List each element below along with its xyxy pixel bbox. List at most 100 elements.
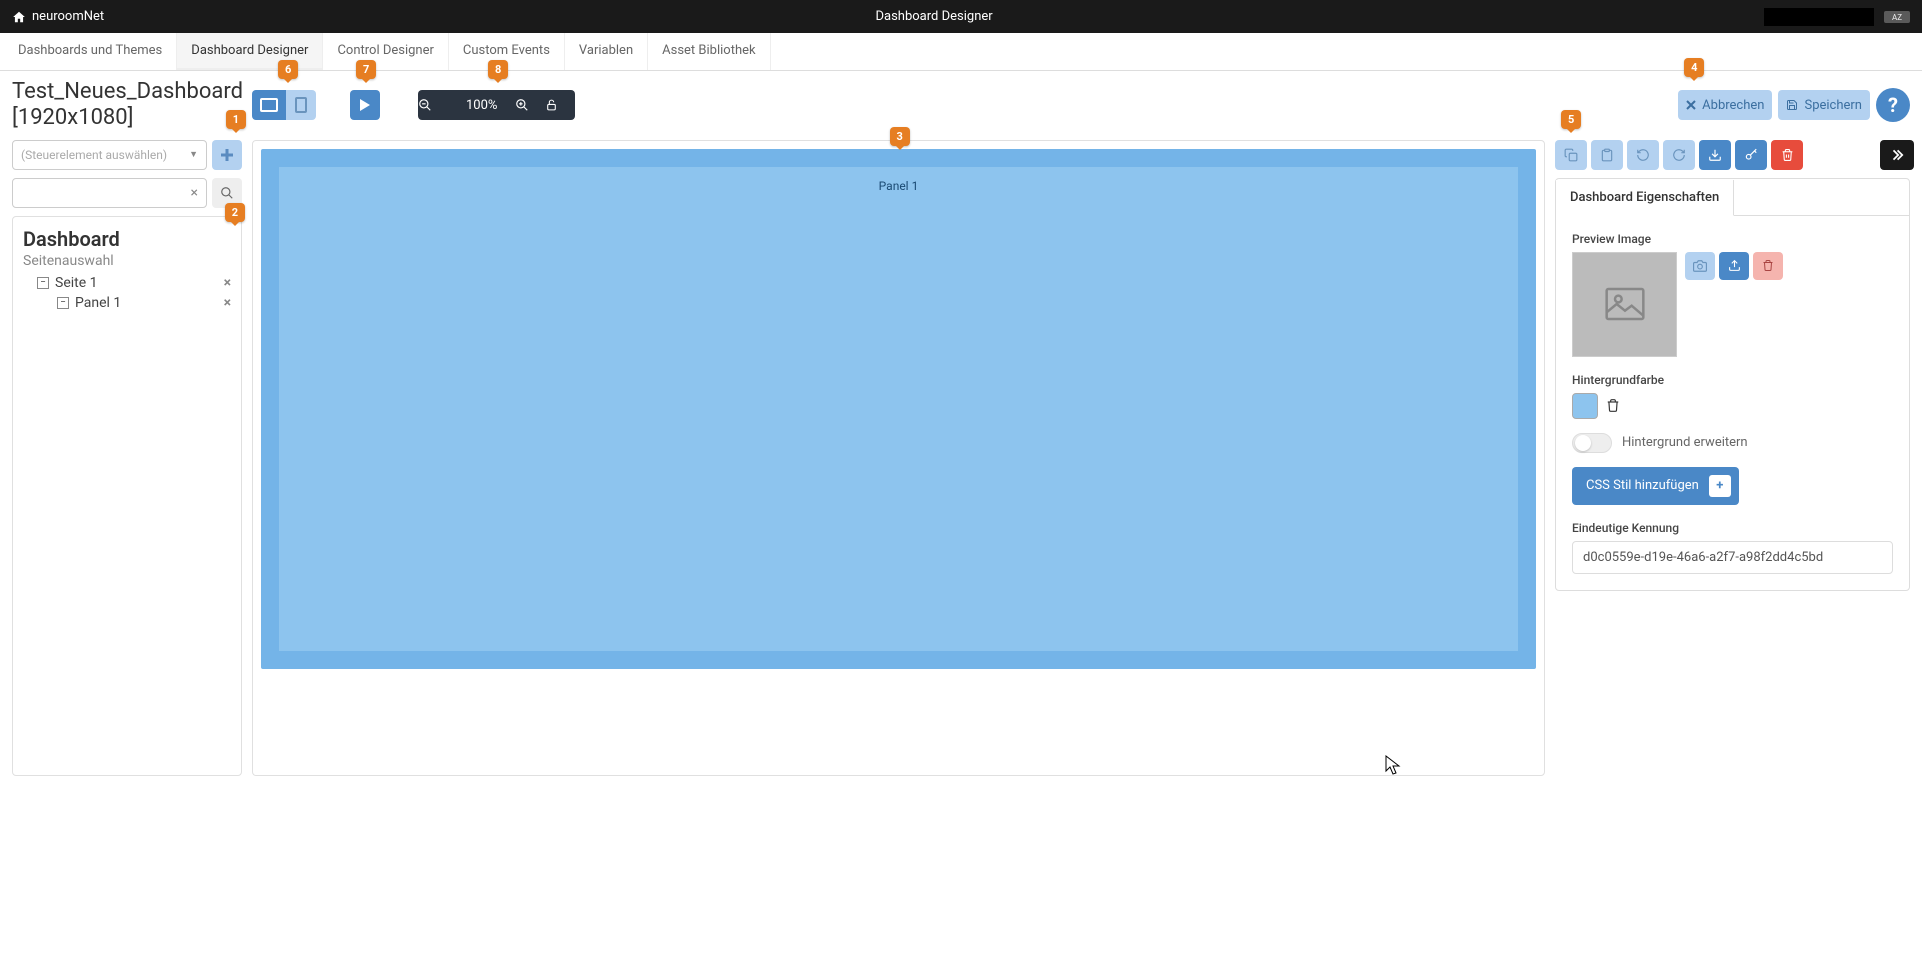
close-icon (1686, 100, 1696, 110)
properties-tab[interactable]: Dashboard Eigenschaften (1556, 180, 1734, 216)
search-button[interactable] (212, 178, 242, 208)
user-redacted (1764, 8, 1874, 26)
plus-icon: + (1709, 475, 1731, 497)
landscape-icon (260, 98, 278, 112)
delete-button[interactable] (1771, 140, 1803, 170)
image-placeholder-icon (1605, 287, 1645, 321)
main-layout: 1 (Steuerelement auswählen) × 2 Dashboar… (0, 140, 1922, 788)
main-tabs: Dashboards und Themes Dashboard Designer… (0, 33, 1922, 71)
left-panel: 1 (Steuerelement auswählen) × 2 Dashboar… (12, 140, 242, 776)
portrait-button[interactable] (286, 90, 316, 120)
topbar: neuroomNet Dashboard Designer AZ (0, 0, 1922, 33)
search-input-wrap: × (12, 178, 207, 208)
key-button[interactable] (1735, 140, 1767, 170)
download-button[interactable] (1699, 140, 1731, 170)
search-icon (220, 186, 234, 200)
topbar-right: AZ (1764, 8, 1910, 26)
landscape-button[interactable] (252, 90, 286, 120)
tree-panel-delete[interactable]: × (224, 295, 231, 311)
canvas-page[interactable]: Panel 1 (261, 149, 1536, 669)
upload-icon (1728, 259, 1741, 272)
save-icon (1786, 99, 1798, 111)
brand-area[interactable]: neuroomNet (12, 9, 104, 24)
expand-panel-button[interactable] (1880, 140, 1914, 170)
save-button[interactable]: Speichern (1778, 90, 1870, 120)
brand-label: neuroomNet (32, 9, 104, 24)
cancel-label: Abbrechen (1702, 98, 1764, 113)
zoom-value: 100% (448, 98, 515, 113)
preview-camera-button[interactable] (1685, 252, 1715, 280)
right-panel: 5 (1555, 140, 1910, 776)
undo-icon (1636, 148, 1650, 162)
search-clear-button[interactable]: × (191, 185, 198, 201)
tab-dashboard-designer[interactable]: Dashboard Designer (177, 33, 323, 70)
paste-button[interactable] (1591, 140, 1623, 170)
tree-page-delete[interactable]: × (224, 275, 231, 291)
search-input[interactable] (21, 186, 191, 200)
portrait-icon (295, 97, 307, 113)
chevron-double-right-icon (1890, 148, 1904, 162)
zoom-out-icon (418, 98, 432, 112)
save-label: Speichern (1804, 98, 1862, 113)
preview-delete-button[interactable] (1753, 252, 1783, 280)
zoom-bar: 100% (418, 90, 575, 120)
control-select[interactable]: (Steuerelement auswählen) (12, 140, 207, 170)
tab-variablen[interactable]: Variablen (565, 33, 648, 70)
tab-asset-bibliothek[interactable]: Asset Bibliothek (648, 33, 770, 70)
tree-item-page[interactable]: − Seite 1 × (23, 273, 231, 293)
tab-control-designer[interactable]: Control Designer (323, 33, 448, 70)
collapse-icon[interactable]: − (57, 297, 69, 309)
redo-icon (1672, 148, 1686, 162)
tree-subtitle: Seitenauswahl (23, 253, 231, 269)
bg-extend-label: Hintergrund erweitern (1622, 435, 1748, 450)
canvas-panel-element[interactable]: Panel 1 (279, 167, 1518, 651)
play-button[interactable] (350, 90, 380, 120)
tree-item-panel[interactable]: − Panel 1 × (23, 293, 231, 313)
plus-icon (220, 148, 234, 162)
zoom-in-button[interactable] (515, 98, 545, 112)
right-toolbar (1555, 140, 1910, 170)
bg-extend-toggle[interactable] (1572, 433, 1612, 453)
toolbar: Test_Neues_Dashboard [1920x1080] 6 7 8 1… (0, 71, 1922, 140)
zoom-in-icon (515, 98, 529, 112)
zoom-out-button[interactable] (418, 98, 448, 112)
lock-button[interactable] (545, 98, 575, 112)
copy-icon (1564, 148, 1578, 162)
tree-panel: 2 Dashboard Seitenauswahl − Seite 1 × − … (12, 216, 242, 776)
collapse-icon[interactable]: − (37, 277, 49, 289)
cancel-button[interactable]: Abbrechen (1678, 90, 1772, 120)
css-add-button[interactable]: CSS Stil hinzufügen + (1572, 467, 1739, 505)
trash-icon (1606, 398, 1620, 413)
css-add-label: CSS Stil hinzufügen (1586, 478, 1699, 493)
trash-icon (1762, 259, 1774, 272)
undo-button[interactable] (1627, 140, 1659, 170)
download-icon (1708, 148, 1722, 162)
key-icon (1744, 148, 1758, 162)
add-control-button[interactable] (212, 140, 242, 170)
tab-dashboards-themes[interactable]: Dashboards und Themes (4, 33, 177, 70)
tab-custom-events[interactable]: Custom Events (449, 33, 565, 70)
canvas-panel: 3 Panel 1 (252, 140, 1545, 776)
id-input[interactable] (1572, 541, 1893, 574)
preview-placeholder (1572, 252, 1677, 357)
camera-icon (1693, 260, 1707, 272)
play-icon (359, 98, 371, 112)
control-select-placeholder: (Steuerelement auswählen) (21, 148, 167, 162)
copy-button[interactable] (1555, 140, 1587, 170)
lang-badge[interactable]: AZ (1884, 11, 1910, 23)
page-title: Dashboard Designer (104, 9, 1764, 24)
canvas-panel-label: Panel 1 (879, 179, 919, 193)
paste-icon (1600, 148, 1614, 162)
bgcolor-delete[interactable] (1606, 398, 1620, 413)
preview-upload-button[interactable] (1719, 252, 1749, 280)
properties-box: Dashboard Eigenschaften Preview Image (1555, 178, 1910, 591)
bgcolor-swatch[interactable] (1572, 393, 1598, 419)
tree-title[interactable]: Dashboard (23, 227, 231, 251)
help-button[interactable]: ? (1876, 88, 1910, 122)
help-icon: ? (1888, 93, 1898, 117)
tree-panel-label: Panel 1 (75, 295, 121, 311)
unlock-icon (545, 98, 558, 112)
redo-button[interactable] (1663, 140, 1695, 170)
bgcolor-label: Hintergrundfarbe (1572, 373, 1893, 387)
home-icon (12, 10, 26, 24)
